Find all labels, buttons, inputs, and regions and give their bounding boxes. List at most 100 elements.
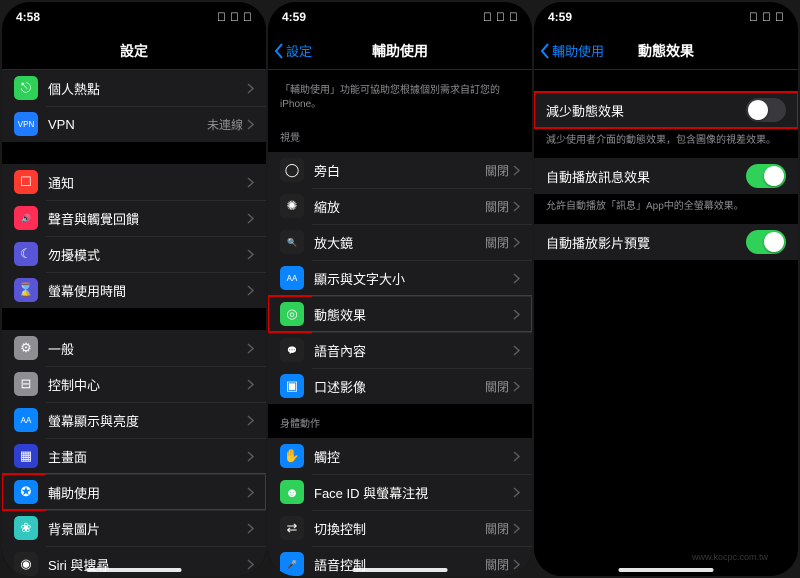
screen-motion: 4:59 􀙇 􀙇 􀛨 輔助使用 動態效果 減少動態效果 減少使用者介面的動態效果…: [534, 2, 798, 576]
row-accessibility[interactable]: ✪ 輔助使用: [2, 474, 266, 510]
row-label: 切換控制: [314, 519, 485, 538]
toggle-reduce-motion[interactable]: [746, 98, 786, 122]
vpn-icon: VPN: [14, 112, 38, 136]
row-label: 縮放: [314, 197, 485, 216]
row-personal-hotspot[interactable]: ⎋ 個人熱點: [2, 70, 266, 106]
back-label: 輔助使用: [552, 41, 604, 60]
chevron-right-icon: [513, 345, 520, 356]
battery-icon: 􀛨: [509, 10, 518, 24]
switch-control-icon: ⇄: [280, 516, 304, 540]
row-screen-time[interactable]: ⌛ 螢幕使用時間: [2, 272, 266, 308]
row-auto-play-video[interactable]: 自動播放影片預覽: [534, 224, 798, 260]
clock: 4:59: [548, 10, 572, 24]
battery-icon: 􀛨: [243, 10, 252, 24]
row-display[interactable]: AA 螢幕顯示與亮度: [2, 402, 266, 438]
row-label: 通知: [48, 173, 247, 192]
toggle-auto-play-video[interactable]: [746, 230, 786, 254]
screen-settings: 4:58 􀙇 􀙇 􀛨 設定 ⎋ 個人熱點 VPN VPN 未連線 ☐ 通知 🔊 …: [2, 2, 266, 576]
chevron-right-icon: [513, 309, 520, 320]
row-spoken-content[interactable]: 💬 語音內容: [268, 332, 532, 368]
row-text-size[interactable]: AA 顯示與文字大小: [268, 260, 532, 296]
home-indicator[interactable]: [353, 568, 448, 572]
row-label: 一般: [48, 339, 247, 358]
text-size-icon: AA: [280, 266, 304, 290]
screen-accessibility: 4:59 􀙇 􀙇 􀛨 設定 輔助使用 「輔助使用」功能可協助您根據個別需求自訂您…: [268, 2, 532, 576]
battery-icon: 􀛨: [775, 10, 784, 24]
zoom-icon: ✺: [280, 194, 304, 218]
row-label: 語音內容: [314, 341, 513, 360]
row-home-screen[interactable]: ▦ 主畫面: [2, 438, 266, 474]
status-bar: 4:58 􀙇 􀙇 􀛨: [2, 2, 266, 32]
row-label: 聲音與觸覺回饋: [48, 209, 247, 228]
display-icon: AA: [14, 408, 38, 432]
row-label: 自動播放影片預覽: [546, 233, 746, 252]
spoken-content-icon: 💬: [280, 338, 304, 362]
row-voiceover[interactable]: ◯ 旁白 關閉: [268, 152, 532, 188]
row-magnifier[interactable]: 🔍 放大鏡 關閉: [268, 224, 532, 260]
section-motor: 身體動作: [268, 404, 532, 438]
accessibility-list[interactable]: 「輔助使用」功能可協助您根據個別需求自訂您的iPhone。 視覺 ◯ 旁白 關閉…: [268, 70, 532, 576]
status-icons: 􀙇 􀙇 􀛨: [749, 10, 784, 24]
chevron-right-icon: [513, 165, 520, 176]
row-label: 控制中心: [48, 375, 247, 394]
face-id-attn-icon: ☻: [280, 480, 304, 504]
row-detail: 未連線: [207, 116, 243, 133]
siri-icon: ◉: [14, 552, 38, 576]
back-button[interactable]: 輔助使用: [540, 41, 604, 60]
personal-hotspot-icon: ⎋: [14, 76, 38, 100]
status-bar: 4:59 􀙇 􀙇 􀛨: [268, 2, 532, 32]
row-label: 觸控: [314, 447, 513, 466]
row-motion[interactable]: ◎ 動態效果: [268, 296, 532, 332]
clock: 4:59: [282, 10, 306, 24]
row-label: 顯示與文字大小: [314, 269, 513, 288]
toggle-auto-play-msg[interactable]: [746, 164, 786, 188]
wifi-icon: 􀙇: [230, 10, 239, 24]
chevron-right-icon: [247, 487, 254, 498]
home-screen-icon: ▦: [14, 444, 38, 468]
navbar: 設定 輔助使用: [268, 32, 532, 70]
row-label: Face ID 與螢幕注視: [314, 483, 513, 502]
row-sounds[interactable]: 🔊 聲音與觸覺回饋: [2, 200, 266, 236]
row-label: 個人熱點: [48, 79, 247, 98]
back-label: 設定: [286, 41, 312, 60]
chevron-right-icon: [513, 451, 520, 462]
chevron-right-icon: [247, 559, 254, 570]
row-label: 放大鏡: [314, 233, 485, 252]
voice-control-icon: 🎤: [280, 552, 304, 576]
settings-list[interactable]: ⎋ 個人熱點 VPN VPN 未連線 ☐ 通知 🔊 聲音與觸覺回饋 ☾ 勿擾模式…: [2, 70, 266, 576]
home-indicator[interactable]: [619, 568, 714, 572]
chevron-right-icon: [247, 379, 254, 390]
status-icons: 􀙇 􀙇 􀛨: [483, 10, 518, 24]
row-wallpaper[interactable]: ❀ 背景圖片: [2, 510, 266, 546]
row-label: 勿擾模式: [48, 245, 247, 264]
row-general[interactable]: ⚙ 一般: [2, 330, 266, 366]
row-control-center[interactable]: ⊟ 控制中心: [2, 366, 266, 402]
row-footer: 減少使用者介面的動態效果，包含圖像的視差效果。: [534, 128, 798, 158]
motion-list[interactable]: 減少動態效果 減少使用者介面的動態效果，包含圖像的視差效果。 自動播放訊息效果 …: [534, 70, 798, 576]
row-reduce-motion[interactable]: 減少動態效果: [534, 92, 798, 128]
row-vpn[interactable]: VPN VPN 未連線: [2, 106, 266, 142]
chevron-right-icon: [513, 487, 520, 498]
row-zoom[interactable]: ✺ 縮放 關閉: [268, 188, 532, 224]
row-label: 輔助使用: [48, 483, 247, 502]
row-switch-control[interactable]: ⇄ 切換控制 關閉: [268, 510, 532, 546]
row-notifications[interactable]: ☐ 通知: [2, 164, 266, 200]
row-face-id-attn[interactable]: ☻ Face ID 與螢幕注視: [268, 474, 532, 510]
chevron-right-icon: [247, 415, 254, 426]
row-do-not-disturb[interactable]: ☾ 勿擾模式: [2, 236, 266, 272]
chevron-right-icon: [513, 381, 520, 392]
row-label: 旁白: [314, 161, 485, 180]
signal-icon: 􀙇: [483, 10, 492, 24]
row-audio-desc[interactable]: ▣ 口述影像 關閉: [268, 368, 532, 404]
row-detail: 關閉: [485, 556, 509, 573]
row-label: 口述影像: [314, 377, 485, 396]
signal-icon: 􀙇: [749, 10, 758, 24]
row-auto-play-msg[interactable]: 自動播放訊息效果: [534, 158, 798, 194]
control-center-icon: ⊟: [14, 372, 38, 396]
home-indicator[interactable]: [87, 568, 182, 572]
back-button[interactable]: 設定: [274, 41, 312, 60]
row-touch[interactable]: ✋ 觸控: [268, 438, 532, 474]
row-label: VPN: [48, 117, 207, 132]
chevron-right-icon: [247, 451, 254, 462]
voiceover-icon: ◯: [280, 158, 304, 182]
